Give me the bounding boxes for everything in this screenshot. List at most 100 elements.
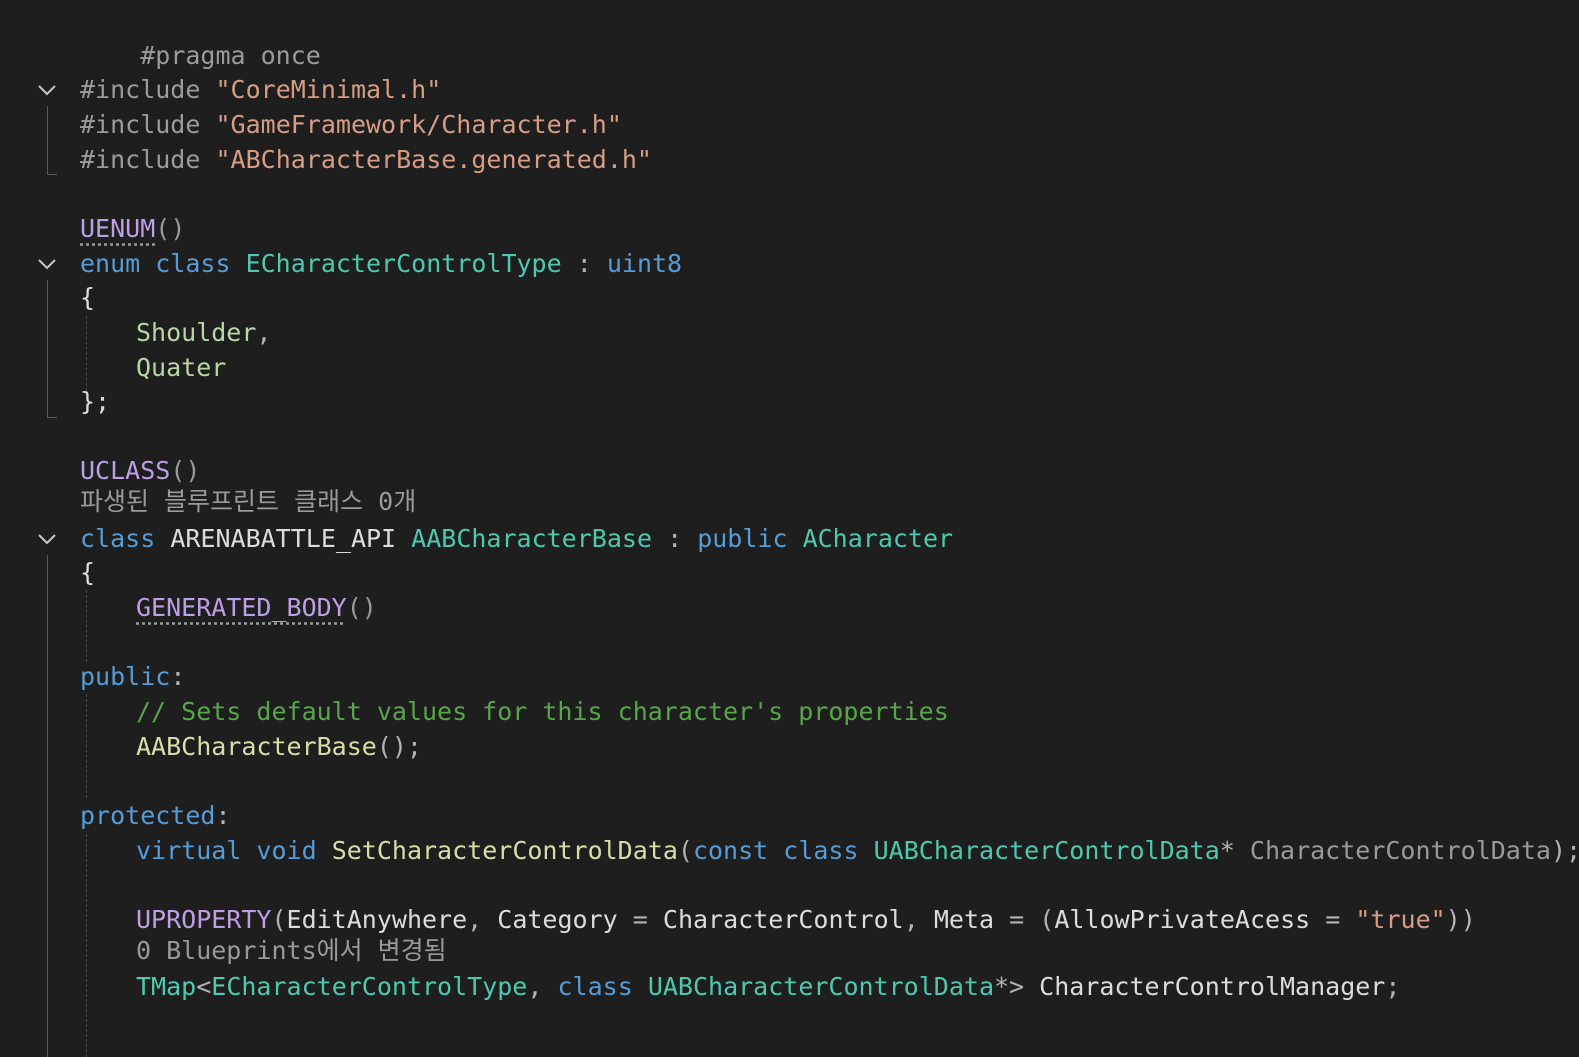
brace: {: [80, 558, 96, 587]
keyword: public: [697, 524, 788, 553]
code-line[interactable]: {: [80, 280, 95, 315]
fold-guide: [47, 280, 48, 417]
type-name: ECharacterControlType: [245, 249, 562, 278]
punctuation: *: [1219, 836, 1235, 865]
preprocessor: #include: [80, 110, 201, 139]
code-line[interactable]: public:: [80, 659, 185, 694]
type-name: AABCharacterBase: [411, 524, 652, 553]
preprocessor: #include: [80, 75, 201, 104]
indent-guide: [86, 590, 87, 662]
code-line[interactable]: {: [80, 555, 95, 590]
code-line[interactable]: protected:: [80, 798, 231, 833]
code-line[interactable]: Shoulder,: [136, 315, 271, 350]
code-line[interactable]: enum class ECharacterControlType : uint8: [80, 246, 682, 281]
punctuation: =: [1325, 905, 1341, 934]
parameter-name: CharacterControlData: [1249, 836, 1551, 865]
punctuation: )): [1445, 905, 1476, 934]
macro: UPROPERTY: [136, 905, 272, 934]
fold-guide: [47, 555, 48, 1057]
punctuation: ,: [527, 972, 543, 1001]
punctuation: ();: [376, 732, 422, 761]
macro: GENERATED_BODY: [136, 593, 347, 622]
punctuation: (: [1039, 905, 1055, 934]
comment: // Sets default values for this characte…: [136, 697, 949, 726]
keyword: const: [692, 836, 769, 865]
punctuation: (: [271, 905, 287, 934]
type-name: UABCharacterControlData: [873, 836, 1220, 865]
codelens-derived-blueprints[interactable]: 파생된 블루프린트 클래스 0개: [80, 486, 416, 518]
code-line[interactable]: };: [80, 384, 110, 419]
code-line[interactable]: UCLASS(): [80, 453, 200, 488]
punctuation: ,: [467, 905, 483, 934]
keyword: class: [80, 524, 156, 553]
keyword: class: [783, 836, 859, 865]
api-macro: ARENABATTLE_API: [170, 524, 397, 553]
enum-value: Shoulder: [136, 318, 257, 347]
identifier: AllowPrivateAcess: [1054, 905, 1311, 934]
fold-chevron-down-icon[interactable]: [36, 79, 58, 101]
code-line[interactable]: Quater: [136, 350, 226, 385]
fold-chevron-down-icon[interactable]: [36, 253, 58, 275]
variable-name: CharacterControlManager: [1039, 972, 1386, 1001]
punctuation: (: [677, 836, 693, 865]
keyword: void: [256, 836, 317, 865]
indent-guide: [86, 834, 87, 1057]
brace: };: [80, 387, 111, 416]
keyword: class: [557, 972, 633, 1001]
function-name: SetCharacterControlData: [331, 836, 678, 865]
keyword: uint8: [606, 249, 683, 278]
enum-value: Quater: [136, 353, 227, 382]
code-line[interactable]: #pragma once: [80, 3, 321, 70]
code-line[interactable]: class ARENABATTLE_API AABCharacterBase :…: [80, 521, 953, 556]
punctuation: =: [632, 905, 648, 934]
type-name: ECharacterControlType: [211, 972, 528, 1001]
code-line[interactable]: #include "GameFramework/Character.h": [80, 107, 622, 142]
indent-guide: [86, 694, 87, 798]
punctuation: =: [1009, 905, 1025, 934]
brace: {: [80, 283, 96, 312]
fold-guide-end: [47, 417, 57, 418]
code-line[interactable]: AABCharacterBase();: [136, 729, 422, 764]
fold-guide-end: [47, 174, 57, 175]
code-editor[interactable]: #pragma once #include "CoreMinimal.h" #i…: [0, 0, 1579, 1057]
identifier: Category: [497, 905, 618, 934]
paren: (): [155, 214, 186, 243]
paren: (): [170, 456, 201, 485]
code-line[interactable]: // Sets default values for this characte…: [136, 694, 949, 729]
punctuation: :: [576, 249, 592, 278]
punctuation: :: [215, 801, 231, 830]
fold-guide: [47, 106, 48, 174]
include-path: "ABCharacterBase.generated.h": [215, 145, 652, 174]
preprocessor: #include: [80, 145, 201, 174]
codelens-text: 파생된 블루프린트 클래스 0개: [80, 487, 417, 516]
codelens-blueprint-changes[interactable]: 0 Blueprints에서 변경됨: [136, 935, 447, 967]
preprocessor: #pragma once: [140, 41, 321, 70]
punctuation: ,: [256, 318, 272, 347]
access-specifier: public: [80, 662, 171, 691]
function-name: AABCharacterBase: [136, 732, 377, 761]
punctuation: :: [667, 524, 683, 553]
code-line[interactable]: #include "CoreMinimal.h": [80, 72, 441, 107]
punctuation: <: [196, 972, 212, 1001]
code-line[interactable]: #include "ABCharacterBase.generated.h": [80, 142, 652, 177]
identifier: Meta: [933, 905, 995, 934]
macro: UENUM: [80, 214, 156, 243]
code-line[interactable]: virtual void SetCharacterControlData(con…: [136, 833, 1579, 868]
punctuation: );: [1550, 836, 1579, 865]
type-name: TMap: [136, 972, 197, 1001]
access-specifier: protected: [80, 801, 216, 830]
code-line[interactable]: GENERATED_BODY(): [136, 590, 377, 625]
code-line[interactable]: TMap<ECharacterControlType, class UABCha…: [136, 969, 1400, 1004]
code-line[interactable]: UENUM(): [80, 211, 185, 246]
code-line[interactable]: UPROPERTY(EditAnywhere, Category = Chara…: [136, 902, 1476, 937]
punctuation: *>: [994, 972, 1025, 1001]
fold-chevron-down-icon[interactable]: [36, 528, 58, 550]
keyword: enum class: [80, 249, 231, 278]
punctuation: :: [170, 662, 186, 691]
include-path: "CoreMinimal.h": [215, 75, 442, 104]
paren: (): [346, 593, 377, 622]
include-path: "GameFramework/Character.h": [215, 110, 622, 139]
codelens-text: 0 Blueprints에서 변경됨: [136, 936, 447, 965]
punctuation: ,: [903, 905, 919, 934]
type-name: UABCharacterControlData: [647, 972, 994, 1001]
